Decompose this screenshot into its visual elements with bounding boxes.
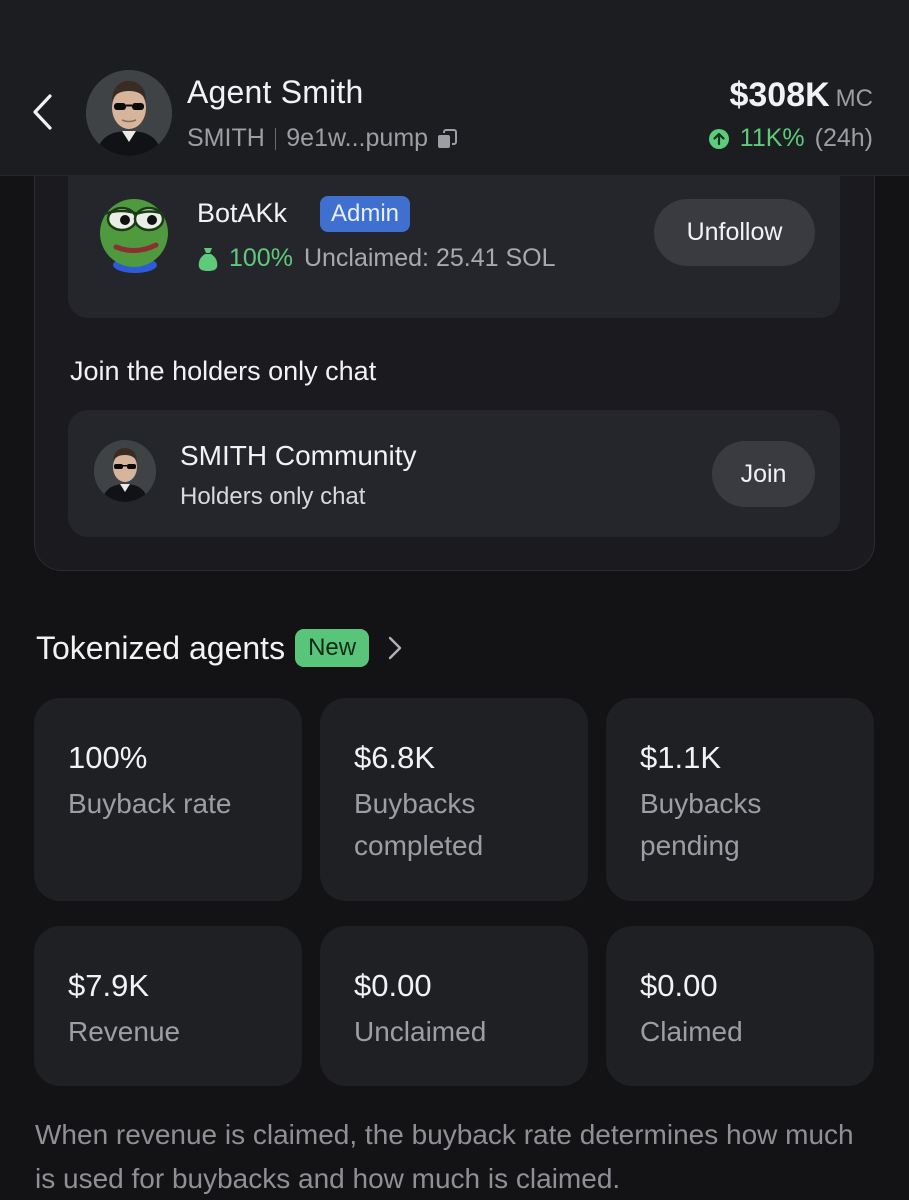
stat-value: $1.1K <box>640 740 722 775</box>
market-cap-unit: MC <box>835 85 873 112</box>
stat-card-claimed: $0.00 Claimed <box>606 926 874 1086</box>
stat-value: $7.9K <box>68 968 150 1003</box>
back-chevron-icon <box>33 94 52 130</box>
stat-label: Claimed <box>640 1016 743 1047</box>
stat-label: Buybacks pending <box>640 788 762 861</box>
arrow-up-circle-icon <box>708 128 729 149</box>
tokenized-agents-title: Tokenized agents <box>36 629 286 666</box>
owner-percent: 100% <box>229 244 293 272</box>
community-title: SMITH Community <box>180 440 417 471</box>
stat-card-buyback-rate: 100% Buyback rate <box>34 698 302 901</box>
stat-card-unclaimed: $0.00 Unclaimed <box>320 926 588 1086</box>
token-page: BotAKk Admin 100% Unclaimed: 25.41 SOL U… <box>0 0 909 1200</box>
copy-icon[interactable] <box>436 128 458 150</box>
owner-unclaimed: Unclaimed: 25.41 SOL <box>303 244 556 272</box>
stat-label: Unclaimed <box>354 1016 487 1047</box>
market-cap-value: $308K <box>729 76 830 114</box>
token-subtitle: SMITH 9e1w...pump <box>187 124 458 153</box>
token-avatar <box>86 70 172 156</box>
stat-value: 100% <box>68 740 148 775</box>
unfollow-button[interactable]: Unfollow <box>654 199 815 266</box>
stat-label: Buyback rate <box>68 788 232 819</box>
stat-value: $6.8K <box>354 740 436 775</box>
back-button[interactable] <box>22 88 62 136</box>
stat-value: $0.00 <box>354 968 432 1003</box>
stat-card-buybacks-completed: $6.8K Buybacks completed <box>320 698 588 901</box>
stat-card-revenue: $7.9K Revenue <box>34 926 302 1086</box>
change-period: (24h) <box>814 124 873 152</box>
owner-stats: 100% Unclaimed: 25.41 SOL <box>197 244 555 273</box>
join-button[interactable]: Join <box>712 441 815 507</box>
stat-label: Buybacks completed <box>354 788 484 861</box>
chevron-right-icon <box>388 636 402 660</box>
buyback-footnote: When revenue is claimed, the buyback rat… <box>35 1119 854 1194</box>
owner-avatar <box>100 199 168 273</box>
price-change: 11K% (24h) <box>708 124 873 153</box>
stat-label: Revenue <box>68 1016 181 1047</box>
community-avatar <box>94 440 156 502</box>
stat-value: $0.00 <box>640 968 718 1003</box>
token-ticker: SMITH <box>187 124 265 152</box>
new-badge: New <box>295 629 370 667</box>
admin-badge: Admin <box>320 196 411 232</box>
token-title: Agent Smith <box>187 74 364 110</box>
community-subtitle: Holders only chat <box>180 483 366 510</box>
token-address[interactable]: 9e1w...pump <box>286 124 428 153</box>
stat-card-buybacks-pending: $1.1K Buybacks pending <box>606 698 874 901</box>
owner-name[interactable]: BotAKk <box>197 198 287 229</box>
market-cap: $308K MC <box>729 76 873 115</box>
money-bag-icon <box>198 247 218 271</box>
holders-chat-heading: Join the holders only chat <box>70 356 377 386</box>
divider <box>274 127 277 150</box>
token-header: Agent Smith SMITH 9e1w...pump $308K MC 1… <box>0 0 909 176</box>
tokenized-agents-header[interactable]: Tokenized agents New <box>36 629 403 667</box>
change-percent: 11K% <box>739 124 805 152</box>
